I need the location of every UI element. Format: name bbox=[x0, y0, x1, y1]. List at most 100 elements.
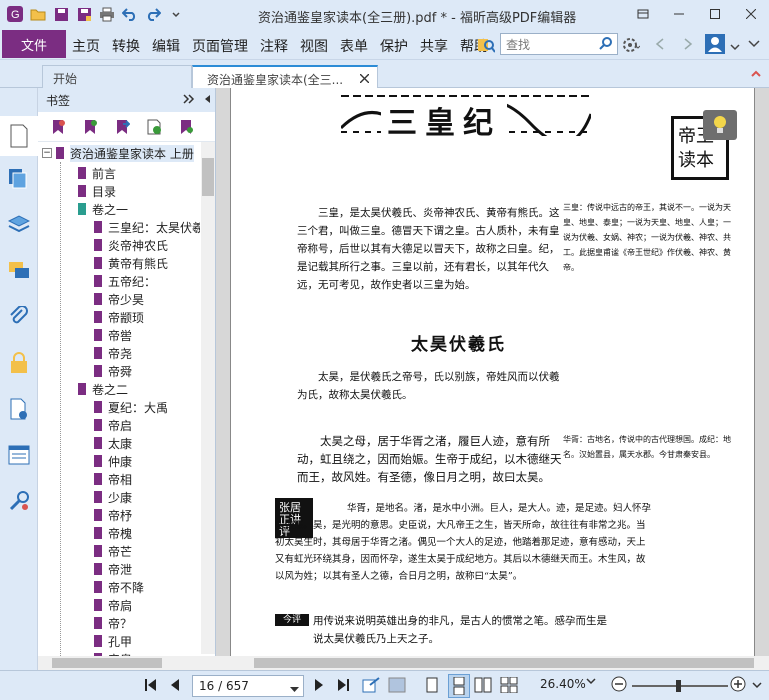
tab-options-icon[interactable] bbox=[750, 68, 762, 84]
close-button[interactable] bbox=[733, 0, 769, 28]
bookmarks-vertical-scrollbar[interactable] bbox=[201, 142, 215, 654]
settings-gear-icon[interactable] bbox=[622, 36, 641, 58]
collapse-toggle-icon[interactable]: − bbox=[42, 148, 52, 158]
tab-close-icon[interactable] bbox=[359, 72, 370, 86]
restore-ribbon-icon[interactable] bbox=[625, 0, 661, 28]
find-bookmark-icon[interactable] bbox=[174, 116, 198, 138]
tools-wrench-icon[interactable] bbox=[0, 478, 38, 524]
bookmark-item[interactable]: 帝喾 bbox=[94, 326, 132, 344]
page-number-input[interactable]: 16 / 657 bbox=[192, 675, 304, 697]
nav-back-icon[interactable] bbox=[655, 38, 665, 54]
attachments-icon[interactable] bbox=[0, 294, 38, 340]
bookmark-item[interactable]: 帝舜 bbox=[94, 362, 132, 380]
content-panel-icon[interactable] bbox=[0, 432, 38, 478]
minimize-button[interactable] bbox=[661, 0, 697, 28]
menu-item[interactable]: 保护 bbox=[380, 36, 408, 56]
export-page-icon[interactable] bbox=[362, 677, 380, 693]
menu-item[interactable]: 页面管理 bbox=[192, 36, 248, 56]
menu-item[interactable]: 视图 bbox=[300, 36, 328, 56]
menu-item[interactable]: 编辑 bbox=[152, 36, 180, 56]
bookmark-item[interactable]: 炎帝神农氏 bbox=[94, 236, 168, 254]
bookmark-item[interactable]: 三皇纪：太昊伏羲 bbox=[94, 218, 200, 236]
facing-pages-icon[interactable] bbox=[474, 677, 492, 693]
bookmark-item[interactable]: 帝泄 bbox=[94, 560, 132, 578]
single-page-icon[interactable] bbox=[426, 677, 438, 693]
save-as-icon[interactable] bbox=[75, 5, 93, 23]
menu-item[interactable]: 注释 bbox=[260, 36, 288, 56]
find-icon[interactable] bbox=[477, 36, 496, 58]
bookmark-item[interactable]: 孔甲 bbox=[94, 632, 132, 650]
bookmark-item[interactable]: 帝槐 bbox=[94, 524, 132, 542]
continuous-page-icon[interactable] bbox=[448, 674, 470, 698]
bookmark-panel-icon[interactable] bbox=[0, 116, 38, 156]
first-page-icon[interactable] bbox=[144, 678, 158, 692]
bookmarks-horizontal-scrollbar[interactable] bbox=[38, 656, 216, 670]
user-account-icon[interactable] bbox=[705, 34, 725, 58]
zoom-out-icon[interactable] bbox=[611, 676, 627, 692]
save-icon[interactable] bbox=[52, 5, 70, 23]
bookmark-item[interactable]: 少康 bbox=[94, 488, 132, 506]
zoom-slider-thumb[interactable] bbox=[676, 680, 681, 692]
signature-document-icon[interactable] bbox=[0, 386, 38, 432]
comments-icon[interactable] bbox=[0, 248, 38, 294]
previous-page-icon[interactable] bbox=[170, 678, 180, 692]
collapse-ribbon-icon[interactable] bbox=[748, 38, 760, 53]
bookmark-item[interactable]: 帝？ bbox=[94, 614, 132, 632]
status-expand-icon[interactable] bbox=[752, 681, 762, 689]
zoom-slider[interactable] bbox=[632, 680, 728, 692]
bookmark-item[interactable]: 帝扃 bbox=[94, 596, 132, 614]
move-bookmark-icon[interactable] bbox=[110, 116, 134, 138]
last-page-icon[interactable] bbox=[336, 678, 350, 692]
print-icon[interactable] bbox=[98, 5, 116, 23]
bookmark-item[interactable]: 卷之一 bbox=[78, 200, 128, 218]
bookmark-item[interactable]: 夏纪：大禹 bbox=[94, 398, 168, 416]
maximize-button[interactable] bbox=[697, 0, 733, 28]
bookmark-item[interactable]: 帝尧 bbox=[94, 344, 132, 362]
continuous-facing-icon[interactable] bbox=[500, 677, 518, 693]
app-logo-icon[interactable]: G bbox=[6, 5, 24, 23]
bookmark-item[interactable]: 目录 bbox=[78, 182, 116, 200]
bookmark-item[interactable]: 帝相 bbox=[94, 470, 132, 488]
undo-icon[interactable] bbox=[121, 5, 139, 23]
bookmark-item[interactable]: 五帝纪： bbox=[94, 272, 156, 290]
search-input[interactable]: 查找 bbox=[500, 33, 618, 55]
next-page-icon[interactable] bbox=[314, 678, 324, 692]
bookmark-item[interactable]: 帝启 bbox=[94, 416, 132, 434]
view-mode-icon[interactable] bbox=[388, 677, 406, 693]
page-dropdown-icon[interactable] bbox=[290, 682, 299, 696]
bookmark-item[interactable]: 帝颛顼 bbox=[94, 308, 144, 326]
redo-icon[interactable] bbox=[144, 5, 162, 23]
file-menu-button[interactable]: 文件 bbox=[2, 30, 66, 58]
expand-bookmark-icon[interactable] bbox=[142, 116, 166, 138]
layers-icon[interactable] bbox=[0, 202, 38, 248]
delete-bookmark-icon[interactable] bbox=[46, 116, 70, 138]
tab-start[interactable]: 开始 bbox=[42, 65, 192, 88]
open-folder-icon[interactable] bbox=[29, 5, 47, 23]
bookmark-root[interactable]: − 资治通鉴皇家读本 上册 bbox=[42, 144, 194, 162]
bookmark-item[interactable]: 帝不降 bbox=[94, 578, 144, 596]
menu-item[interactable]: 共享 bbox=[420, 36, 448, 56]
document-horizontal-scrollbar[interactable] bbox=[216, 656, 769, 670]
bookmark-item[interactable]: 帝少昊 bbox=[94, 290, 144, 308]
quick-access-dropdown-icon[interactable] bbox=[167, 5, 185, 23]
zoom-in-icon[interactable] bbox=[730, 676, 746, 692]
tab-document[interactable]: 资治通鉴皇家读本(全三... bbox=[192, 65, 378, 88]
bookmark-item[interactable]: 帝杼 bbox=[94, 506, 132, 524]
menu-item[interactable]: 主页 bbox=[72, 36, 100, 56]
add-bookmark-icon[interactable] bbox=[78, 116, 102, 138]
bookmark-item[interactable]: 太康 bbox=[94, 434, 132, 452]
zoom-menu-icon[interactable] bbox=[586, 677, 596, 685]
page-thumbnails-icon[interactable] bbox=[0, 156, 38, 202]
menu-item[interactable]: 转换 bbox=[112, 36, 140, 56]
bookmark-item[interactable]: 黄帝有熊氏 bbox=[94, 254, 168, 272]
nav-forward-icon[interactable] bbox=[683, 38, 693, 54]
panel-collapse-icon[interactable] bbox=[203, 93, 211, 107]
menu-item[interactable]: 表单 bbox=[340, 36, 368, 56]
lightbulb-tip-icon[interactable] bbox=[703, 110, 737, 140]
bookmark-item[interactable]: 卷之二 bbox=[78, 380, 128, 398]
panel-expand-icon[interactable] bbox=[183, 93, 195, 107]
security-lock-icon[interactable] bbox=[0, 340, 38, 386]
user-dropdown-icon[interactable] bbox=[730, 40, 740, 55]
bookmark-item[interactable]: 帝芒 bbox=[94, 542, 132, 560]
bookmark-item[interactable]: 前言 bbox=[78, 164, 116, 182]
